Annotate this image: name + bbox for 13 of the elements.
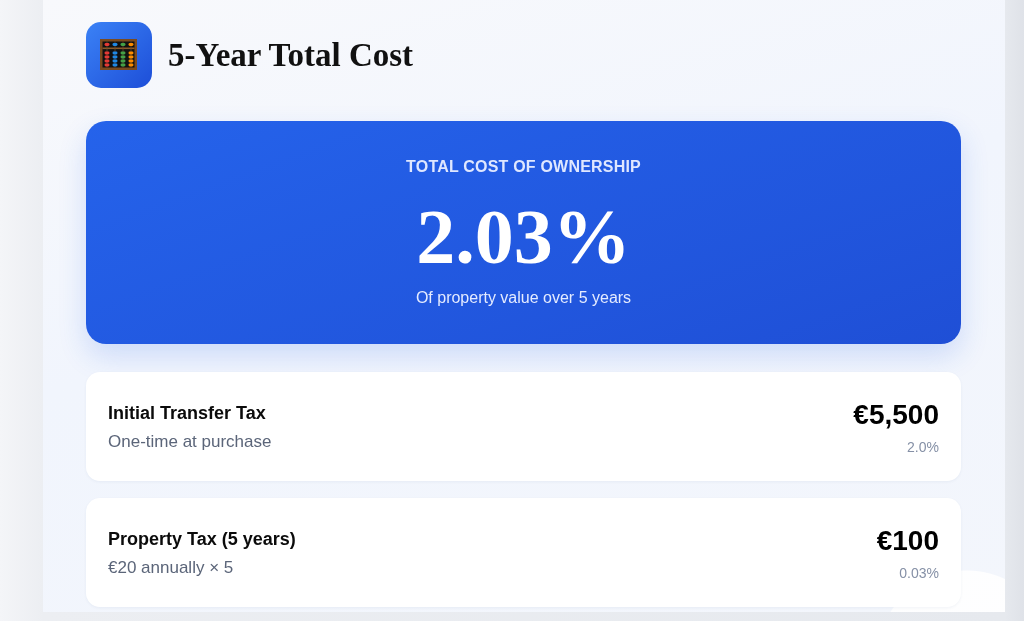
cost-percentage: 0.03% xyxy=(899,563,939,582)
cost-amount: €5,500 xyxy=(853,397,939,432)
cost-note: One-time at purchase xyxy=(108,431,272,453)
cost-amount: €100 xyxy=(876,523,939,558)
cost-title: Property Tax (5 years) xyxy=(108,528,296,551)
summary-label: TOTAL COST OF OWNERSHIP xyxy=(406,157,641,177)
summary-caption: Of property value over 5 years xyxy=(415,288,632,308)
cost-title: Initial Transfer Tax xyxy=(108,402,267,425)
page-title: 5-Year Total Cost xyxy=(168,36,414,75)
cost-note: €20 annually × 5 xyxy=(108,557,235,579)
cost-percentage: 2.0% xyxy=(907,437,939,456)
abacus-icon xyxy=(86,22,152,88)
summary-value: 2.03% xyxy=(416,197,631,277)
